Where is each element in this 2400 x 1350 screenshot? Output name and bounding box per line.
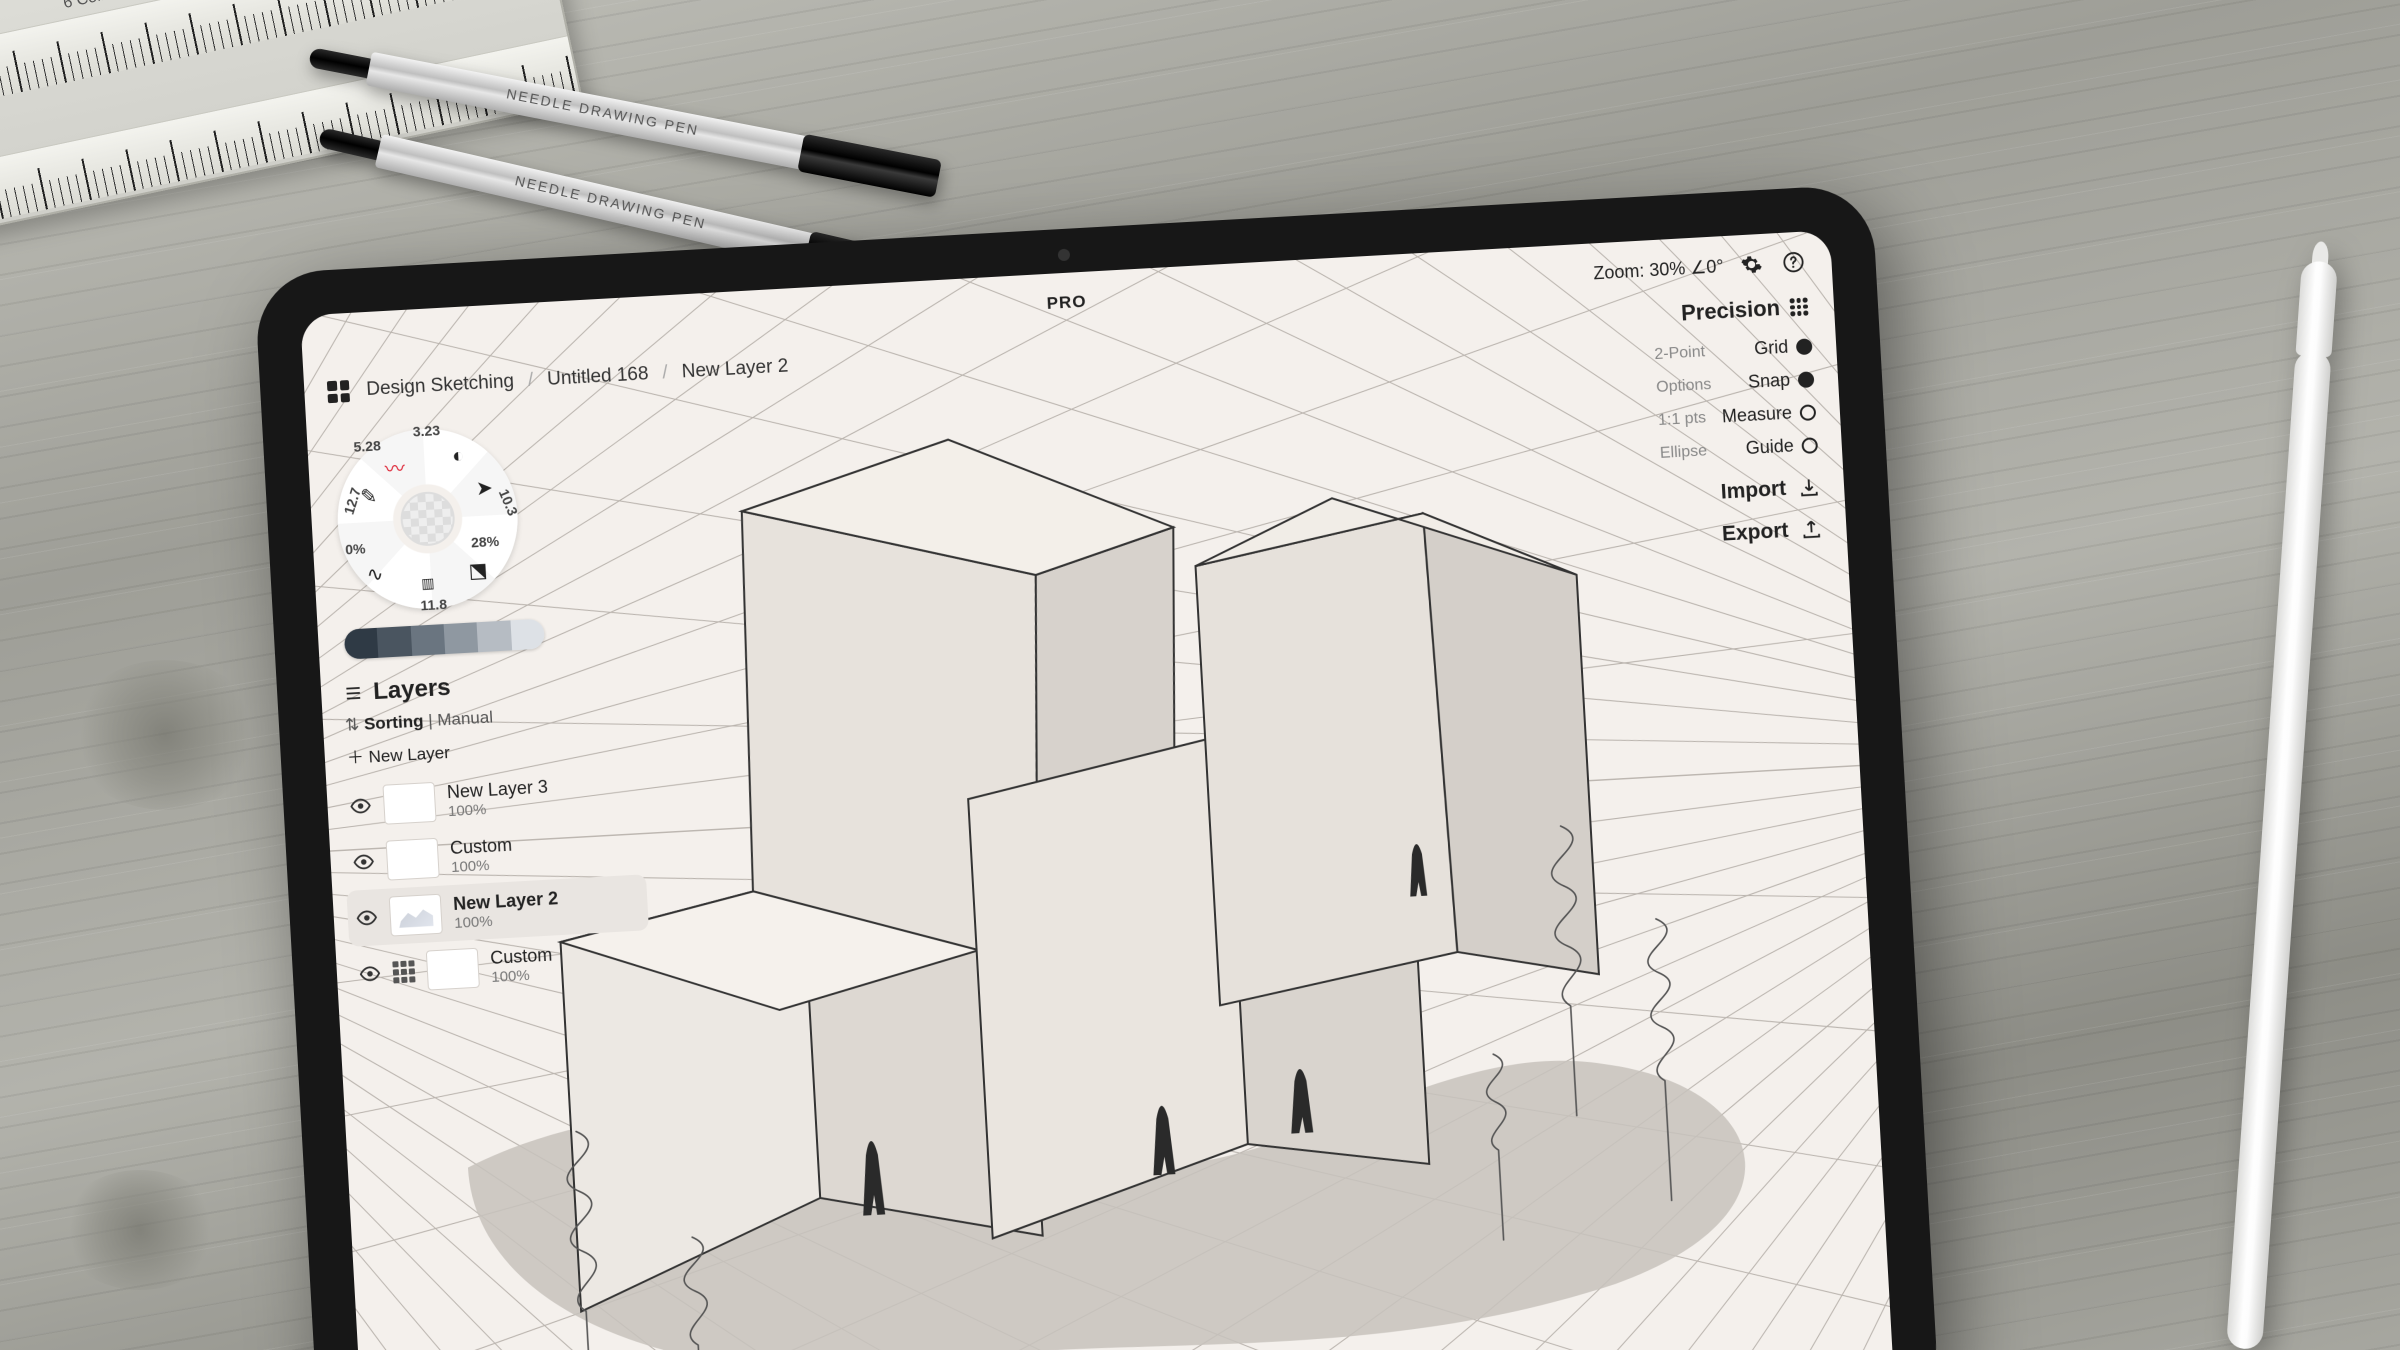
gear-icon [1740, 253, 1763, 276]
precision-panel: Precision 2-Point Grid Options Snap 1:1 pts M… [1645, 289, 1829, 554]
breadcrumb-doc[interactable]: Untitled 168 [547, 363, 649, 391]
grid-icon [327, 380, 350, 403]
layer-opacity: 100% [491, 966, 554, 986]
layer-opacity: 100% [451, 856, 514, 876]
help-icon [1782, 251, 1805, 274]
layer-name: Custom [450, 835, 513, 859]
home-button[interactable] [324, 377, 354, 407]
settings-button[interactable] [1737, 250, 1767, 280]
precision-right-label: Snap [1747, 370, 1790, 393]
swatch[interactable] [444, 622, 479, 654]
menu-icon[interactable] [343, 683, 364, 704]
wheel-value: 3.23 [412, 422, 440, 439]
zoom-readout: Zoom: 30% ∠0° [1593, 256, 1724, 284]
layer-options-icon[interactable] [392, 960, 415, 983]
breadcrumb-root[interactable]: Design Sketching [366, 371, 515, 401]
precision-right-label: Guide [1745, 435, 1794, 459]
help-button[interactable] [1779, 247, 1809, 277]
precision-right-label: Grid [1754, 337, 1789, 360]
layer-thumbnail [426, 948, 480, 991]
wheel-value: 11.8 [420, 596, 447, 613]
toggle-indicator[interactable] [1798, 371, 1815, 388]
pro-badge: PRO [1046, 292, 1087, 314]
precision-right-label: Measure [1721, 403, 1792, 428]
import-icon [1797, 476, 1820, 499]
precision-title: Precision [1680, 295, 1780, 326]
breadcrumb-separator: / [662, 362, 669, 384]
precision-left-label: Options [1656, 375, 1712, 396]
export-icon [1800, 518, 1823, 541]
precision-left-label: 2-Point [1654, 343, 1706, 364]
import-label: Import [1720, 477, 1787, 505]
wheel-value: 5.28 [353, 437, 381, 454]
swatch[interactable] [410, 624, 445, 656]
toggle-indicator[interactable] [1801, 437, 1818, 454]
visibility-toggle[interactable] [355, 906, 378, 929]
visibility-toggle[interactable] [352, 850, 375, 873]
wood-knot [60, 1170, 220, 1290]
precision-left-label: 1:1 pts [1658, 409, 1707, 430]
layers-panel: Layers ⇅ Sorting | Manual ＋ New Layer Ne… [334, 658, 652, 1003]
visibility-toggle[interactable] [358, 962, 381, 985]
wheel-value: 28% [471, 533, 500, 551]
ipad-bezel: PRO Zoom: 30% ∠0° Design Sketching / Unt… [254, 184, 1940, 1350]
layer-thumbnail [386, 838, 440, 881]
wood-knot [70, 660, 260, 810]
layer-name: Custom [490, 945, 553, 969]
breadcrumb-separator: / [527, 370, 534, 392]
app-screen[interactable]: PRO Zoom: 30% ∠0° Design Sketching / Unt… [300, 230, 1896, 1350]
layers-title: Layers [372, 674, 451, 706]
precision-left-label: Ellipse [1659, 442, 1707, 463]
drag-handle-icon[interactable] [1789, 297, 1808, 316]
wheel-value: 0% [345, 540, 366, 557]
toggle-indicator[interactable] [1799, 404, 1816, 421]
layer-thumbnail [382, 782, 436, 825]
swatch[interactable] [477, 620, 512, 652]
export-label: Export [1721, 519, 1789, 547]
visibility-toggle[interactable] [349, 794, 372, 817]
swatch[interactable] [377, 626, 412, 658]
ipad-device: PRO Zoom: 30% ∠0° Design Sketching / Unt… [254, 184, 1940, 1350]
tool-wheel-hub[interactable] [399, 490, 456, 547]
layer-thumbnail [389, 894, 443, 937]
toggle-indicator[interactable] [1796, 338, 1813, 355]
breadcrumb-layer[interactable]: New Layer 2 [681, 355, 789, 383]
swatch[interactable] [344, 628, 379, 660]
